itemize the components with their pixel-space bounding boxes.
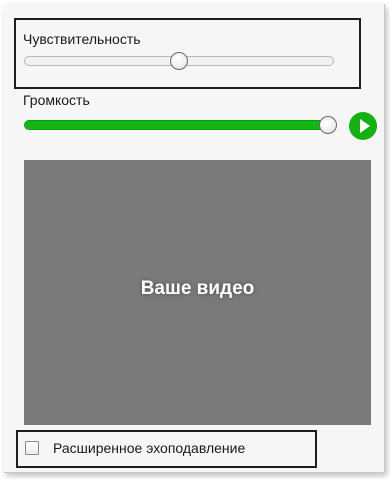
play-icon	[360, 119, 370, 133]
settings-panel: Чувствительность Громкость Ваше видео Ра…	[4, 4, 385, 473]
sensitivity-slider-fill	[25, 57, 180, 65]
sensitivity-slider-thumb[interactable]	[170, 52, 188, 70]
echo-cancellation-label[interactable]: Расширенное эхоподавление	[53, 440, 245, 456]
volume-slider-thumb[interactable]	[319, 116, 337, 134]
play-button[interactable]	[349, 112, 377, 140]
volume-label: Громкость	[23, 92, 90, 108]
volume-slider[interactable]	[24, 120, 336, 130]
video-preview: Ваше видео	[24, 160, 371, 425]
volume-slider-fill	[25, 121, 336, 129]
sensitivity-highlight-box	[14, 18, 361, 89]
echo-cancellation-checkbox[interactable]	[25, 441, 39, 455]
video-placeholder-text: Ваше видео	[140, 277, 255, 299]
sensitivity-label: Чувствительность	[23, 31, 141, 47]
